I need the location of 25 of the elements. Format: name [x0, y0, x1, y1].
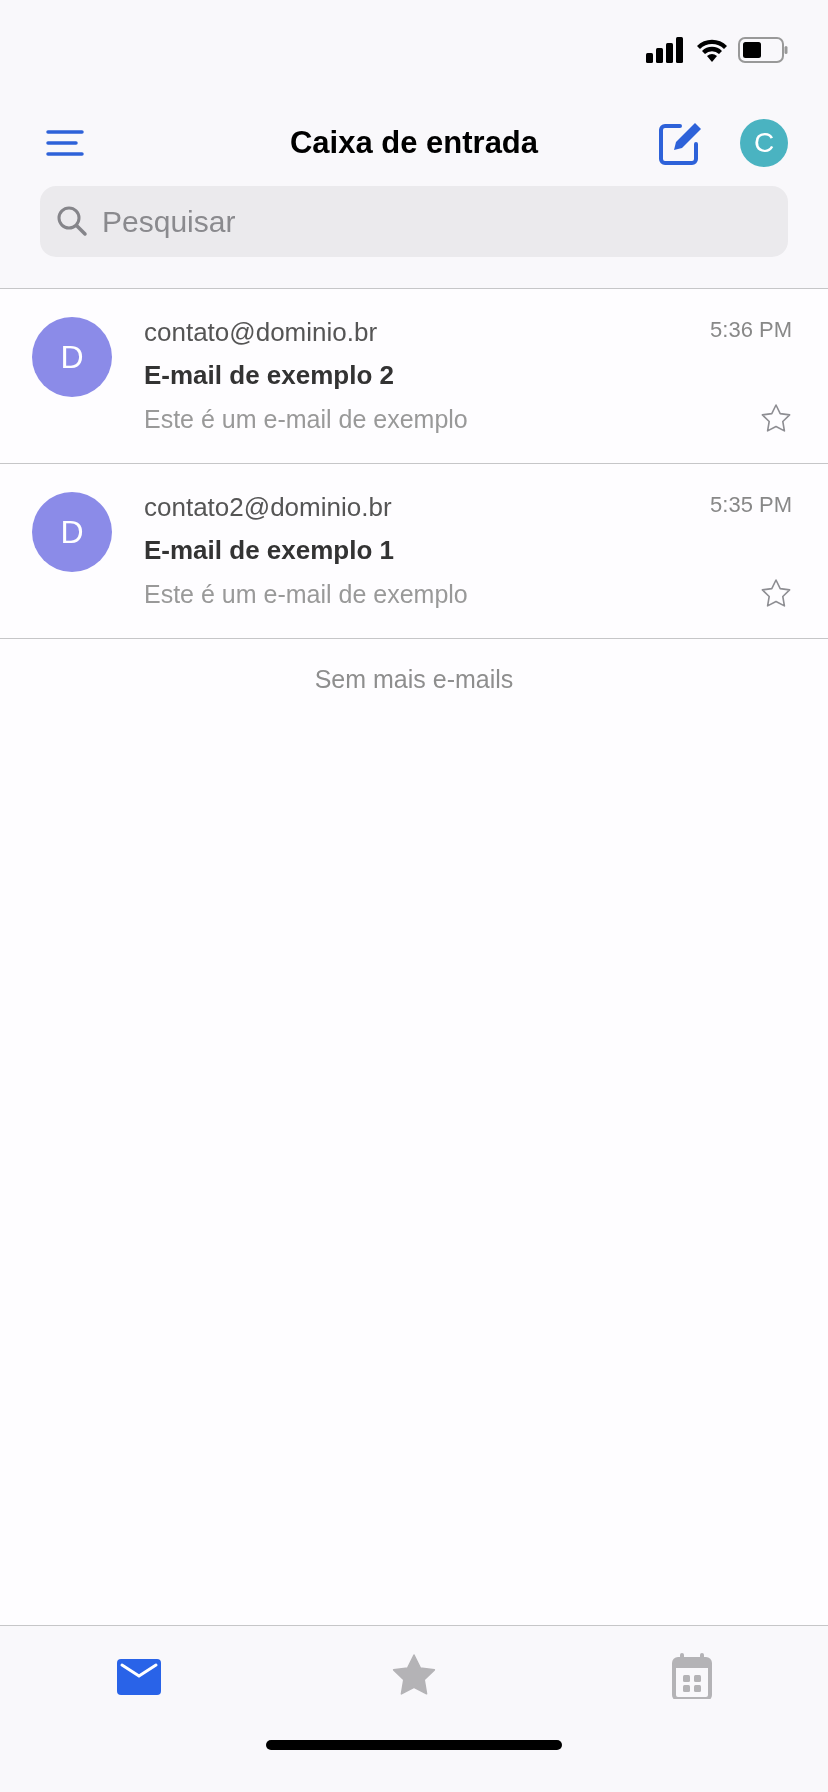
email-subject: E-mail de exemplo 1 — [144, 535, 395, 566]
search-icon — [56, 205, 88, 237]
signal-icon — [646, 37, 686, 63]
mail-icon — [116, 1657, 162, 1695]
battery-icon — [738, 37, 788, 63]
sender-address: contato2@dominio.br — [144, 492, 392, 523]
email-row[interactable]: D contato@dominio.br 5:36 PM E-mail de exemplo 2 Este é um e-mail de exemplo — [0, 289, 828, 464]
email-time: 5:36 PM — [710, 317, 792, 343]
email-subject: E-mail de exemplo 2 — [144, 360, 395, 391]
calendar-icon — [672, 1653, 712, 1699]
screen-title: Caixa de entrada — [289, 125, 539, 161]
email-time: 5:35 PM — [710, 492, 792, 518]
star-icon[interactable] — [760, 578, 792, 610]
star-icon[interactable] — [760, 403, 792, 435]
sender-avatar: D — [32, 317, 112, 397]
wifi-icon — [696, 38, 728, 62]
search-field[interactable]: Pesquisar — [40, 186, 788, 257]
compose-icon[interactable] — [658, 120, 704, 166]
email-preview: Este é um e-mail de exemplo — [144, 579, 468, 609]
sender-avatar: D — [32, 492, 112, 572]
sender-address: contato@dominio.br — [144, 317, 378, 348]
email-row[interactable]: D contato2@dominio.br 5:35 PM E-mail de exemplo 1 Este é um e-mail de exemplo — [0, 464, 828, 639]
end-of-list-message: Sem mais e-mails — [314, 664, 514, 694]
email-preview: Este é um e-mail de exemplo — [144, 404, 468, 434]
menu-icon[interactable] — [46, 130, 84, 156]
